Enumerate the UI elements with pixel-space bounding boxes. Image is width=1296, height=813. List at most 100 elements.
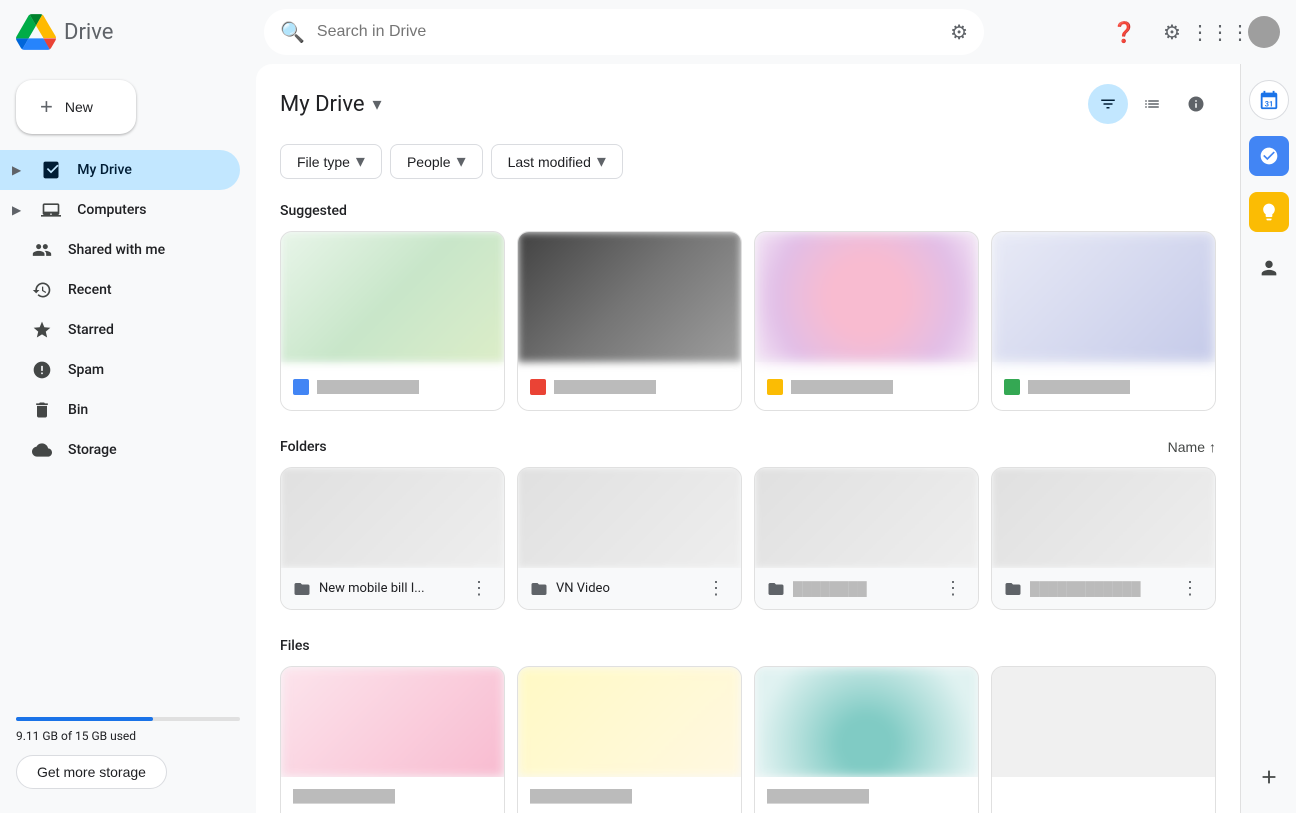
folder-card-1[interactable]: New mobile bill I... ⋮ bbox=[280, 467, 505, 610]
storage-icon bbox=[32, 440, 52, 460]
help-button[interactable]: ❓ bbox=[1104, 12, 1144, 52]
folder-card-4[interactable]: ████████████ ⋮ bbox=[991, 467, 1216, 610]
sidebar-item-recent[interactable]: Recent bbox=[0, 270, 240, 310]
plus-icon: + bbox=[40, 96, 53, 118]
file-type-icon-2 bbox=[530, 379, 546, 395]
settings-button[interactable]: ⚙ bbox=[1152, 12, 1192, 52]
computers-label: Computers bbox=[77, 202, 146, 218]
file-footer-4 bbox=[992, 777, 1215, 813]
filters-row: File type ▾ People ▾ Last modified ▾ bbox=[280, 136, 1216, 195]
folder-card-3[interactable]: ████████ ⋮ bbox=[754, 467, 979, 610]
right-panel-tasks-button[interactable] bbox=[1249, 136, 1289, 176]
suggested-card-3[interactable]: ████████████ bbox=[754, 231, 979, 411]
files-grid: ████████████ ████████████ ████████████ bbox=[280, 666, 1216, 813]
file-footer-2: ████████████ bbox=[518, 777, 741, 813]
apps-button[interactable]: ⋮⋮⋮ bbox=[1200, 12, 1240, 52]
file-thumb-2 bbox=[518, 667, 741, 777]
file-card-2[interactable]: ████████████ bbox=[517, 666, 742, 813]
folders-header: Folders Name ↑ bbox=[280, 435, 1216, 467]
svg-text:31: 31 bbox=[1264, 99, 1272, 108]
card-footer-1: ████████████ bbox=[281, 362, 504, 411]
last-modified-filter[interactable]: Last modified ▾ bbox=[491, 144, 623, 179]
file-thumb-1 bbox=[281, 667, 504, 777]
search-input[interactable] bbox=[317, 23, 938, 41]
folder-card-2[interactable]: VN Video ⋮ bbox=[517, 467, 742, 610]
file-thumb-3 bbox=[755, 667, 978, 777]
sidebar-item-storage[interactable]: Storage bbox=[0, 430, 240, 470]
right-panel-keep-button[interactable] bbox=[1249, 192, 1289, 232]
drive-title-chevron-icon[interactable]: ▾ bbox=[373, 94, 382, 115]
last-modified-chevron-icon: ▾ bbox=[597, 151, 606, 172]
starred-label: Starred bbox=[68, 322, 114, 338]
people-chevron-icon: ▾ bbox=[457, 151, 466, 172]
shared-icon bbox=[32, 240, 52, 260]
file-type-filter[interactable]: File type ▾ bbox=[280, 144, 382, 179]
file-type-chevron-icon: ▾ bbox=[356, 151, 365, 172]
recent-label: Recent bbox=[68, 282, 112, 298]
card-footer-4: ████████████ bbox=[992, 362, 1215, 411]
get-more-storage-button[interactable]: Get more storage bbox=[16, 755, 167, 789]
people-filter[interactable]: People ▾ bbox=[390, 144, 483, 179]
avatar[interactable] bbox=[1248, 16, 1280, 48]
file-type-label: File type bbox=[297, 154, 350, 170]
file-type-icon-1 bbox=[293, 379, 309, 395]
spam-icon bbox=[32, 360, 52, 380]
filter-active-button[interactable] bbox=[1088, 84, 1128, 124]
main-content: My Drive ▾ File type ▾ bbox=[256, 64, 1240, 813]
bin-label: Bin bbox=[68, 402, 88, 418]
file-card-4[interactable] bbox=[991, 666, 1216, 813]
card-footer-2: ████████████ bbox=[518, 362, 741, 411]
people-label: People bbox=[407, 154, 451, 170]
file-card-3[interactable]: ████████████ bbox=[754, 666, 979, 813]
storage-section: 9.11 GB of 15 GB used Get more storage bbox=[0, 693, 256, 805]
sidebar-item-computers[interactable]: ▶ Computers bbox=[0, 190, 240, 230]
sort-button[interactable]: Name ↑ bbox=[1168, 439, 1216, 455]
new-button[interactable]: + New bbox=[16, 80, 136, 134]
storage-label: Storage bbox=[68, 442, 117, 458]
folder-more-button-1[interactable]: ⋮ bbox=[466, 576, 492, 601]
suggested-grid: ████████████ ████████████ ████████████ bbox=[280, 231, 1216, 411]
card-filename-1: ████████████ bbox=[317, 380, 492, 394]
folders-section-label: Folders bbox=[280, 439, 327, 455]
storage-bar bbox=[16, 717, 240, 721]
folder-more-button-4[interactable]: ⋮ bbox=[1177, 576, 1203, 601]
sidebar-item-starred[interactable]: Starred bbox=[0, 310, 240, 350]
suggested-card-1[interactable]: ████████████ bbox=[280, 231, 505, 411]
drive-title-area: My Drive ▾ bbox=[280, 92, 382, 117]
card-filename-4: ████████████ bbox=[1028, 380, 1203, 394]
card-footer-3: ████████████ bbox=[755, 362, 978, 411]
search-bar[interactable]: 🔍 ⚙ bbox=[264, 9, 984, 55]
my-drive-icon bbox=[41, 160, 61, 180]
sidebar-item-my-drive[interactable]: ▶ My Drive bbox=[0, 150, 240, 190]
folder-footer-2: VN Video ⋮ bbox=[518, 568, 741, 609]
logo-area: Drive bbox=[16, 12, 256, 52]
right-panel-add-button[interactable] bbox=[1249, 757, 1289, 797]
sort-label: Name bbox=[1168, 439, 1205, 455]
sidebar-item-bin[interactable]: Bin bbox=[0, 390, 240, 430]
recent-icon bbox=[32, 280, 52, 300]
right-panel-contacts-button[interactable] bbox=[1249, 248, 1289, 288]
suggested-card-2[interactable]: ████████████ bbox=[517, 231, 742, 411]
file-card-1[interactable]: ████████████ bbox=[280, 666, 505, 813]
file-type-icon-3 bbox=[767, 379, 783, 395]
list-view-button[interactable] bbox=[1132, 84, 1172, 124]
folder-more-button-2[interactable]: ⋮ bbox=[703, 576, 729, 601]
filter-search-icon[interactable]: ⚙ bbox=[950, 20, 968, 44]
folder-thumb-1 bbox=[281, 468, 504, 568]
sidebar-item-spam[interactable]: Spam bbox=[0, 350, 240, 390]
card-filename-3: ████████████ bbox=[791, 380, 966, 394]
sidebar-item-shared[interactable]: Shared with me bbox=[0, 230, 240, 270]
right-panel-calendar-button[interactable]: 31 bbox=[1249, 80, 1289, 120]
header-right: ❓ ⚙ ⋮⋮⋮ bbox=[1104, 12, 1280, 52]
folder-name-1: New mobile bill I... bbox=[319, 581, 458, 596]
suggested-card-4[interactable]: ████████████ bbox=[991, 231, 1216, 411]
drive-header-actions bbox=[1088, 84, 1216, 124]
info-button[interactable] bbox=[1176, 84, 1216, 124]
app-title: Drive bbox=[64, 20, 113, 45]
last-modified-label: Last modified bbox=[508, 154, 591, 170]
folder-more-button-3[interactable]: ⋮ bbox=[940, 576, 966, 601]
sidebar: + New ▶ My Drive ▶ Computers Shared with… bbox=[0, 64, 256, 813]
drive-header: My Drive ▾ bbox=[280, 64, 1216, 136]
folder-name-4: ████████████ bbox=[1030, 581, 1169, 597]
sort-up-icon: ↑ bbox=[1209, 439, 1216, 455]
